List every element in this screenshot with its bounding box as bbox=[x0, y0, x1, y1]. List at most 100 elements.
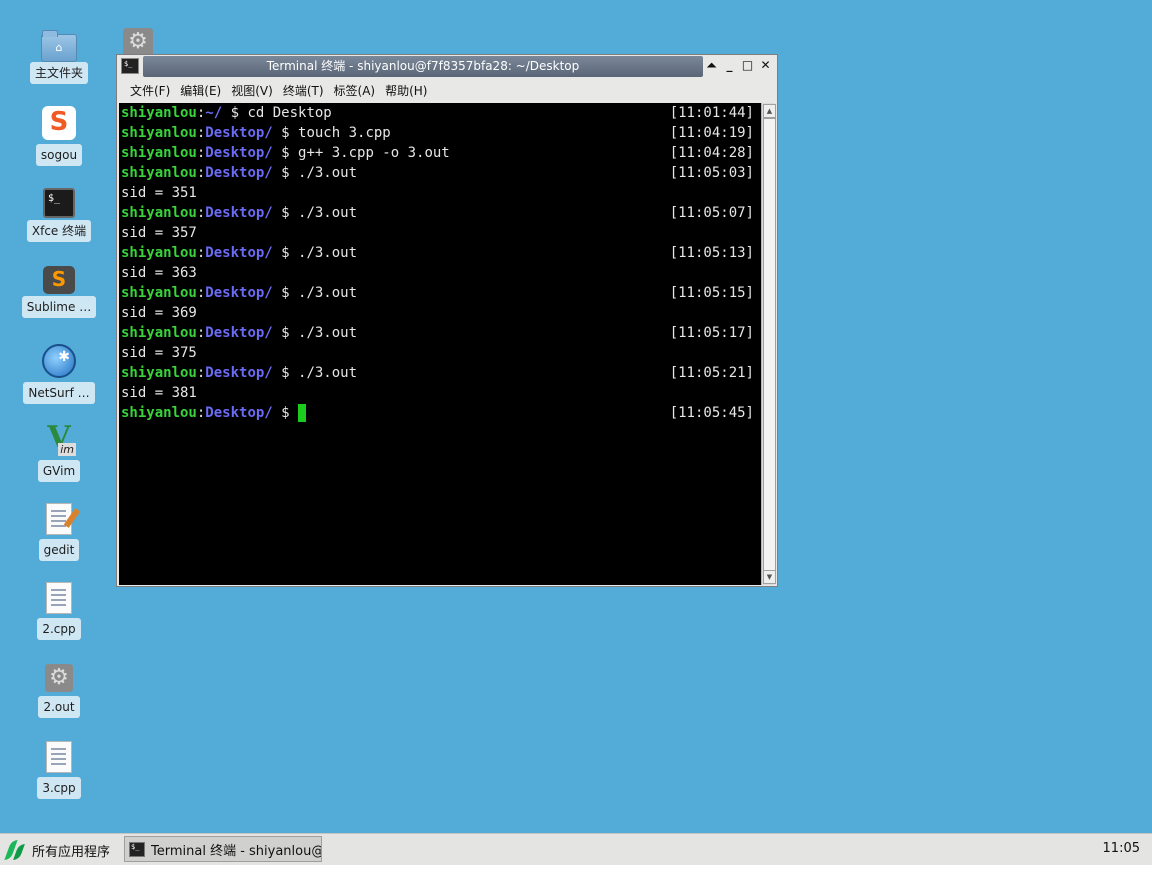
clock[interactable]: 11:05 bbox=[1103, 841, 1140, 856]
terminal-line: shiyanlou:Desktop/ $ touch 3.cpp [11:04:1… bbox=[119, 123, 762, 143]
prompt-path: Desktop/ bbox=[205, 245, 273, 261]
scrollbar-thumb[interactable] bbox=[763, 118, 776, 571]
command-text: $ ./3.out bbox=[272, 365, 358, 381]
menu-edit[interactable]: 编辑(E) bbox=[175, 82, 226, 99]
prompt-timestamp: [11:05:07] bbox=[669, 205, 754, 221]
terminal-scrollbar[interactable]: ▲ ▼ bbox=[761, 103, 776, 585]
netsurf-globe-icon: ✱ bbox=[42, 344, 76, 378]
desktop-icon-label: 2.cpp bbox=[37, 618, 81, 640]
prompt-path: ~/ bbox=[205, 105, 223, 121]
desktop-icon-label: GVim bbox=[37, 460, 81, 482]
prompt-path: Desktop/ bbox=[205, 325, 273, 341]
terminal-line: shiyanlou:Desktop/ $ ./3.out [11:05:03] bbox=[119, 163, 762, 183]
command-text: $ ./3.out bbox=[272, 325, 358, 341]
desktop-icon-label: Xfce 终端 bbox=[26, 220, 92, 242]
cpp-file-icon bbox=[46, 582, 72, 614]
desktop-icon-sogou[interactable]: S sogou bbox=[14, 106, 104, 166]
menu-terminal[interactable]: 终端(T) bbox=[278, 82, 329, 99]
desktop-icon-label: 3.cpp bbox=[37, 777, 81, 799]
prompt-path: Desktop/ bbox=[205, 145, 273, 161]
taskbar-window-button[interactable]: $_ Terminal 终端 - shiyanlou@f… bbox=[124, 836, 322, 862]
desktop-icon-gedit[interactable]: gedit bbox=[14, 503, 104, 561]
terminal-app-icon[interactable]: $_ bbox=[121, 58, 139, 74]
text-cursor bbox=[298, 404, 307, 422]
menu-help[interactable]: 帮助(H) bbox=[380, 82, 432, 99]
command-text: $ touch 3.cpp bbox=[272, 125, 391, 141]
desktop-icon-3-cpp[interactable]: 3.cpp bbox=[14, 741, 104, 799]
terminal-line: shiyanlou:Desktop/ $ ./3.out [11:05:07] bbox=[119, 203, 762, 223]
scroll-up-arrow-icon[interactable]: ▲ bbox=[763, 104, 776, 118]
prompt-path: Desktop/ bbox=[205, 285, 273, 301]
app-menu-logo-icon bbox=[4, 840, 25, 860]
prompt-timestamp: [11:04:28] bbox=[669, 145, 754, 161]
prompt-timestamp: [11:05:13] bbox=[669, 245, 754, 261]
prompt-timestamp: [11:04:19] bbox=[669, 125, 754, 141]
executable-gear-icon: ⚙ bbox=[45, 664, 73, 692]
desktop-icon-label: sogou bbox=[35, 144, 83, 166]
command-text: $ ./3.out bbox=[272, 285, 358, 301]
menu-tabs[interactable]: 标签(A) bbox=[329, 82, 381, 99]
command-output: sid = 381 bbox=[121, 385, 197, 401]
cpp-file-icon bbox=[46, 741, 72, 773]
prompt-timestamp: [11:05:15] bbox=[669, 285, 754, 301]
applications-menu-button[interactable]: 所有应用程序 bbox=[4, 839, 111, 861]
home-folder-icon: ⌂ bbox=[41, 30, 77, 62]
terminal-line: sid = 369 bbox=[119, 303, 762, 323]
prompt-path: Desktop/ bbox=[205, 205, 273, 221]
prompt-timestamp: [11:01:44] bbox=[669, 105, 754, 121]
terminal-line: shiyanlou:Desktop/ $ [11:05:45] bbox=[119, 403, 762, 423]
gvim-icon: Vim bbox=[47, 420, 76, 456]
command-text: $ g++ 3.cpp -o 3.out bbox=[272, 145, 450, 161]
window-titlebar[interactable]: $_ Terminal 终端 - shiyanlou@f7f8357bfa28:… bbox=[117, 55, 777, 78]
prompt-user: shiyanlou bbox=[121, 365, 197, 381]
shade-button-icon[interactable]: ⏶ bbox=[704, 58, 719, 73]
desktop-icon-label: NetSurf … bbox=[23, 382, 95, 404]
applications-menu-label: 所有应用程序 bbox=[32, 844, 111, 860]
minimize-button-icon[interactable]: _ bbox=[722, 58, 737, 73]
command-text: $ ./3.out bbox=[272, 165, 358, 181]
gedit-icon bbox=[46, 503, 81, 535]
scroll-down-arrow-icon[interactable]: ▼ bbox=[763, 570, 776, 584]
desktop-icon-label: 2.out bbox=[38, 696, 80, 718]
prompt-user: shiyanlou bbox=[121, 145, 197, 161]
menu-file[interactable]: 文件(F) bbox=[125, 82, 175, 99]
command-text: $ bbox=[272, 405, 299, 421]
taskbar-window-label: Terminal 终端 - shiyanlou@f… bbox=[151, 843, 321, 859]
maximize-button-icon[interactable]: □ bbox=[740, 58, 755, 73]
prompt-user: shiyanlou bbox=[121, 405, 197, 421]
command-output: sid = 369 bbox=[121, 305, 197, 321]
desktop-icon-2-out[interactable]: ⚙ 2.out bbox=[14, 664, 104, 718]
terminal-window: $_ Terminal 终端 - shiyanlou@f7f8357bfa28:… bbox=[116, 54, 778, 587]
menu-view[interactable]: 视图(V) bbox=[226, 82, 278, 99]
prompt-user: shiyanlou bbox=[121, 325, 197, 341]
terminal-line: sid = 351 bbox=[119, 183, 762, 203]
prompt-user: shiyanlou bbox=[121, 205, 197, 221]
terminal-line: shiyanlou:Desktop/ $ ./3.out [11:05:15] bbox=[119, 283, 762, 303]
prompt-path: Desktop/ bbox=[205, 165, 273, 181]
prompt-timestamp: [11:05:45] bbox=[669, 405, 754, 421]
terminal-line: shiyanlou:Desktop/ $ ./3.out [11:05:17] bbox=[119, 323, 762, 343]
close-button-icon[interactable]: ✕ bbox=[758, 58, 773, 73]
command-text: $ ./3.out bbox=[272, 205, 358, 221]
command-output: sid = 375 bbox=[121, 345, 197, 361]
desktop-icon-home-folder[interactable]: ⌂ 主文件夹 bbox=[14, 30, 104, 84]
terminal-output[interactable]: shiyanlou:~/ $ cd Desktop [11:01:44] shiya… bbox=[119, 103, 762, 585]
desktop-icon-xfce-terminal[interactable]: $_ Xfce 终端 bbox=[14, 186, 104, 242]
desktop-icon-label: Sublime … bbox=[21, 296, 97, 318]
desktop-icon-sublime[interactable]: S Sublime … bbox=[14, 264, 104, 318]
desktop-icon-2-cpp[interactable]: 2.cpp bbox=[14, 582, 104, 640]
terminal-line: sid = 363 bbox=[119, 263, 762, 283]
prompt-timestamp: [11:05:21] bbox=[669, 365, 754, 381]
terminal-line: sid = 357 bbox=[119, 223, 762, 243]
hidden-executable-gear-icon[interactable]: ⚙ bbox=[123, 28, 153, 56]
prompt-timestamp: [11:05:03] bbox=[669, 165, 754, 181]
command-text: $ ./3.out bbox=[272, 245, 358, 261]
desktop-icon-gvim[interactable]: Vim GVim bbox=[14, 420, 104, 482]
window-title: Terminal 终端 - shiyanlou@f7f8357bfa28: ~/… bbox=[143, 56, 703, 77]
desktop-icon-netsurf[interactable]: ✱ NetSurf … bbox=[14, 344, 104, 404]
bottom-strip bbox=[0, 865, 1152, 896]
sogou-icon: S bbox=[42, 106, 76, 140]
command-output: sid = 351 bbox=[121, 185, 197, 201]
prompt-path: Desktop/ bbox=[205, 125, 273, 141]
prompt-user: shiyanlou bbox=[121, 125, 197, 141]
